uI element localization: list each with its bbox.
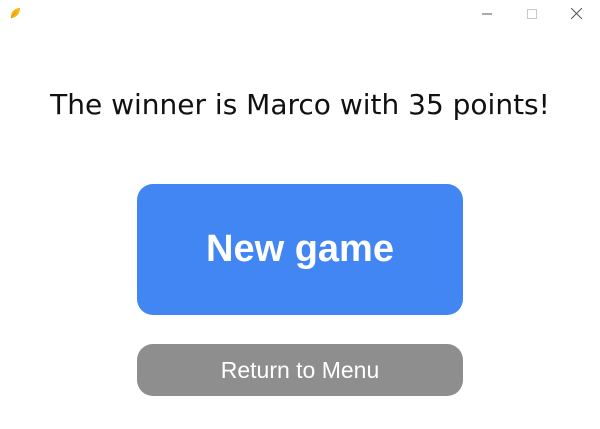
maximize-button[interactable] [509,0,555,30]
return-to-menu-button[interactable]: Return to Menu [137,344,463,396]
app-window: The winner is Marco with 35 points! New … [0,0,600,429]
close-icon [570,6,582,24]
app-leaf-icon [8,6,22,20]
new-game-button[interactable]: New game [137,184,463,315]
minimize-button[interactable] [464,0,510,30]
title-bar [0,0,600,30]
minimize-icon [482,6,492,24]
winner-message: The winner is Marco with 35 points! [50,88,550,121]
close-button[interactable] [553,0,599,30]
maximize-icon [527,6,537,24]
